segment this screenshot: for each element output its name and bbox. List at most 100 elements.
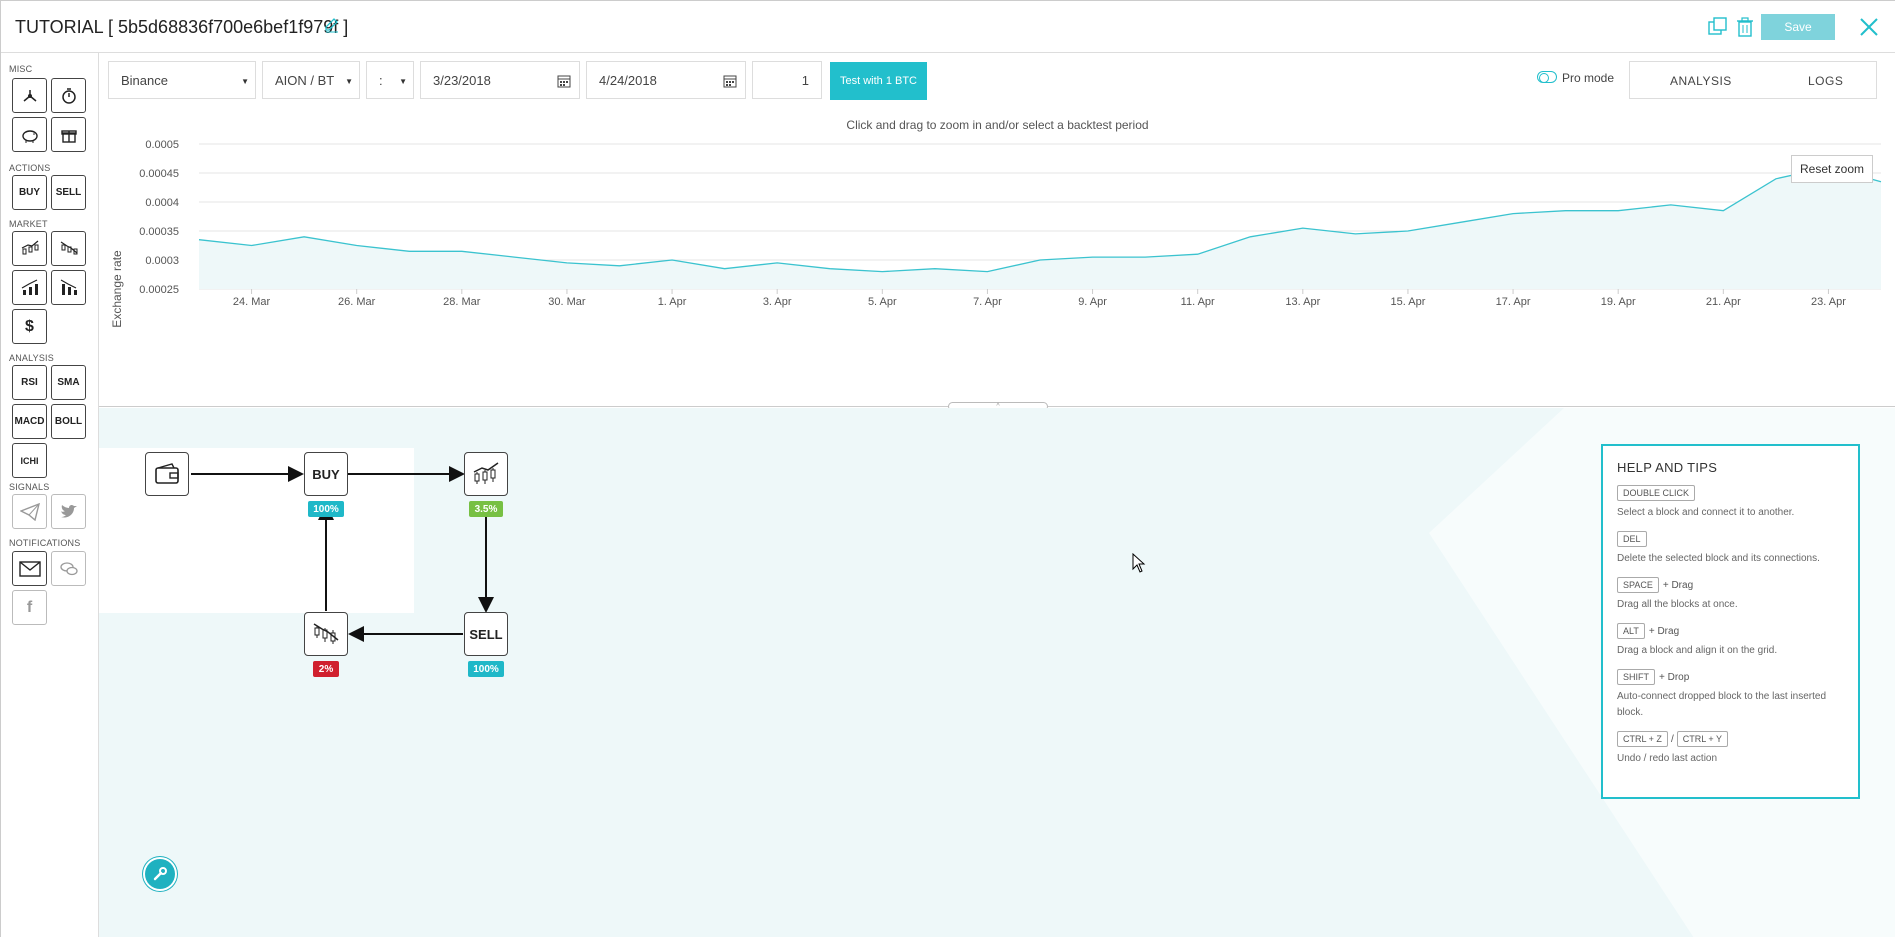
tab-analysis[interactable]: ANALYSIS [1670, 74, 1732, 88]
x-axis-ticks: 24. Mar 26. Mar 28. Mar 30. Mar 1. Apr 3. Apr… [233, 289, 1846, 308]
price-block[interactable]: $ [12, 309, 47, 344]
price-chart[interactable]: Click and drag to zoom in and/or select … [99, 109, 1895, 409]
price-rise-block[interactable] [12, 231, 47, 266]
shortcut-modifier: + Drag [1648, 625, 1680, 637]
gift-block[interactable] [51, 117, 86, 152]
help-item: ALT + Drag Drag a block and align it on t… [1617, 623, 1858, 659]
x-tick-label: 28. Mar [443, 296, 481, 308]
shortcut-key: CTRL + Z [1617, 731, 1668, 747]
pair-value: AION / BT [275, 72, 335, 88]
pencil-icon[interactable] [323, 16, 341, 34]
x-tick-label: 9. Apr [1078, 296, 1107, 308]
chart-canvas[interactable]: 0.00050.000450.00040.000350.00030.00025 … [99, 109, 1895, 409]
buy-block[interactable]: BUY [12, 175, 47, 210]
y-tick-label: 0.0003 [145, 255, 179, 267]
candles-up-icon [473, 462, 499, 484]
save-button[interactable]: Save [1761, 14, 1835, 40]
start-date-input[interactable]: 3/23/2018 [420, 61, 580, 99]
twitter-icon [60, 504, 77, 518]
interval-value: : [379, 72, 383, 88]
exchange-value: Binance [121, 72, 168, 88]
pro-mode-label: Pro mode [1562, 71, 1615, 85]
ichi-block[interactable]: ICHI [12, 443, 47, 478]
candles-down-icon [313, 623, 339, 644]
piggy-bank-block[interactable] [12, 117, 47, 152]
price-rise-node[interactable] [464, 452, 508, 496]
backtest-toolbar: Binance ▼ AION / BT ▼ : ▼ 3/23/2018 4/24… [99, 53, 1895, 109]
x-tick-label: 11. Apr [1181, 296, 1215, 308]
shortcut-description: Delete the selected block and its connec… [1617, 553, 1820, 564]
buy-node[interactable]: BUY [304, 452, 348, 496]
tab-logs[interactable]: LOGS [1808, 74, 1843, 88]
section-label-market: MARKET [9, 219, 48, 229]
piggy-bank-icon [21, 129, 38, 143]
y-axis-label: Exchange rate [110, 250, 124, 328]
twitter-block[interactable] [51, 494, 86, 529]
x-tick-label: 17. Apr [1496, 296, 1531, 308]
email-block[interactable] [12, 551, 47, 586]
trash-icon[interactable] [1735, 16, 1755, 38]
price-drop-node[interactable] [304, 612, 348, 656]
page-title: TUTORIAL [ 5b5d68836f700e6bef1f979f ] [15, 17, 349, 37]
split-icon [23, 89, 36, 102]
y-tick-label: 0.0004 [145, 197, 179, 209]
telegram-icon [19, 502, 40, 521]
shortcut-modifier: + Drop [1659, 671, 1690, 683]
test-button[interactable]: Test with 1 BTC [830, 62, 927, 100]
calendar-icon[interactable] [723, 74, 737, 88]
timer-block[interactable] [51, 78, 86, 113]
sma-block[interactable]: SMA [51, 365, 86, 400]
reset-zoom-button[interactable]: Reset zoom [1791, 155, 1873, 183]
pro-mode-toggle[interactable] [1537, 71, 1557, 83]
chat-block[interactable] [51, 551, 86, 586]
x-tick-label: 13. Apr [1285, 296, 1320, 308]
x-tick-label: 15. Apr [1391, 296, 1426, 308]
section-label-signals: SIGNALS [9, 482, 50, 492]
buy-amount-badge: 100% [308, 501, 344, 517]
shortcut-description: Drag a block and align it on the grid. [1617, 645, 1778, 656]
end-date-value: 4/24/2018 [599, 72, 657, 88]
section-label-misc: MISC [9, 64, 33, 74]
macd-block[interactable]: MACD [12, 404, 47, 439]
copy-icon[interactable] [1707, 16, 1729, 38]
exchange-select[interactable]: Binance ▼ [108, 61, 256, 99]
close-icon[interactable] [1857, 15, 1881, 39]
rsi-block[interactable]: RSI [12, 365, 47, 400]
wallet-icon [155, 463, 179, 484]
split-block[interactable] [12, 78, 47, 113]
help-title: HELP AND TIPS [1617, 460, 1718, 475]
chat-bubbles-icon [59, 561, 78, 575]
price-drop-block[interactable] [51, 231, 86, 266]
shortcut-description: Undo / redo last action [1617, 753, 1718, 764]
header: TUTORIAL [ 5b5d68836f700e6bef1f979f ] Sa… [1, 1, 1895, 53]
end-date-input[interactable]: 4/24/2018 [586, 61, 746, 99]
help-item: DOUBLE CLICK Select a block and connect … [1617, 485, 1858, 521]
wallet-node[interactable] [145, 452, 189, 496]
sell-node[interactable]: SELL [464, 612, 508, 656]
settings-button[interactable] [145, 859, 175, 889]
block-palette-sidebar: MISC ACTIONS BUY SELL MARKET $ ANALYSIS … [1, 53, 99, 937]
boll-block[interactable]: BOLL [51, 404, 86, 439]
x-tick-label: 26. Mar [338, 296, 376, 308]
interval-select[interactable]: : ▼ [366, 61, 414, 99]
section-label-actions: ACTIONS [9, 163, 51, 173]
x-tick-label: 5. Apr [868, 296, 897, 308]
bars-up-icon [21, 278, 38, 295]
volume-rise-block[interactable] [12, 270, 47, 305]
help-panel: HELP AND TIPS DOUBLE CLICK Select a bloc… [1601, 444, 1860, 799]
help-item: SPACE + Drag Drag all the blocks at once. [1617, 577, 1858, 613]
shortcut-key: SPACE [1617, 577, 1659, 593]
shortcut-key: ALT [1617, 623, 1645, 639]
pair-select[interactable]: AION / BT ▼ [262, 61, 360, 99]
amount-input[interactable]: 1 [752, 61, 822, 99]
shortcut-description: Auto-connect dropped block to the last i… [1617, 691, 1827, 718]
y-tick-label: 0.00025 [139, 284, 179, 296]
facebook-block[interactable]: f [12, 590, 47, 625]
y-tick-label: 0.00045 [139, 168, 179, 180]
calendar-icon[interactable] [557, 74, 571, 88]
telegram-block[interactable] [12, 494, 47, 529]
shortcut-separator: / [1670, 733, 1674, 745]
tab-group: ANALYSIS LOGS [1629, 61, 1877, 99]
sell-block[interactable]: SELL [51, 175, 86, 210]
volume-drop-block[interactable] [51, 270, 86, 305]
